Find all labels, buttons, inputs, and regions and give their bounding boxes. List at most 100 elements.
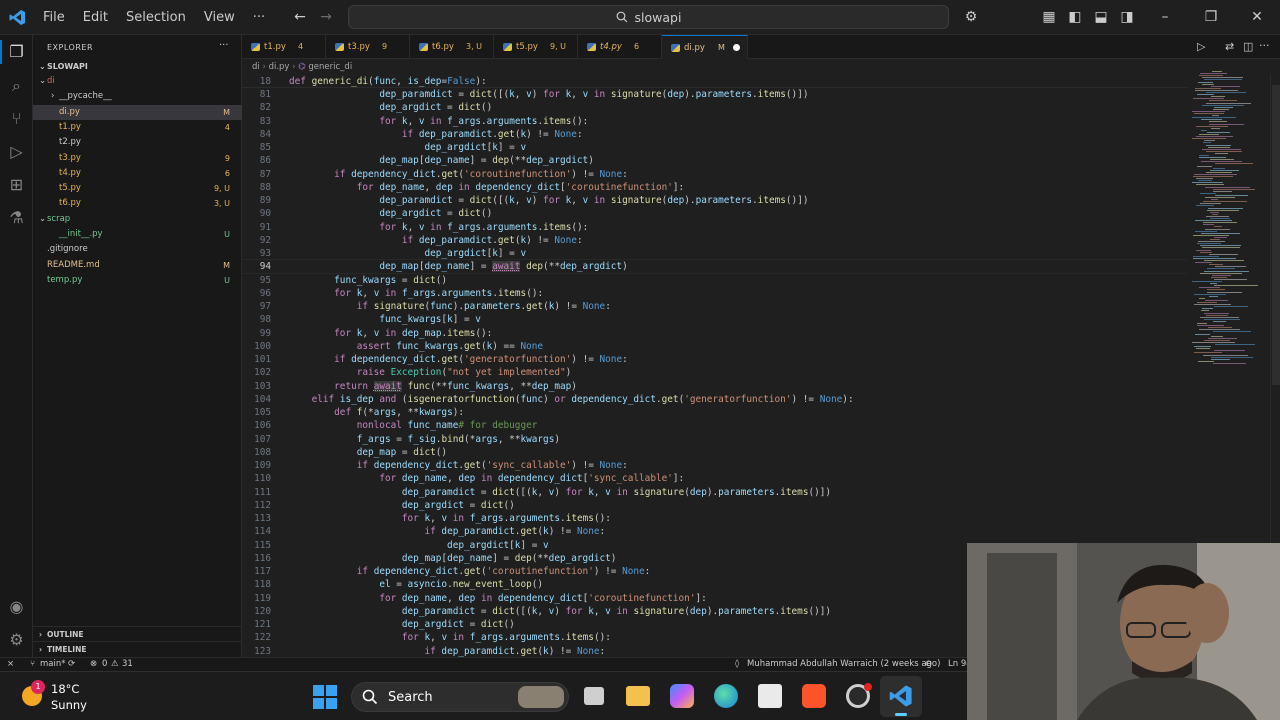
edge-browser-icon[interactable] [714, 684, 738, 708]
explorer-icon[interactable]: ❐ [6, 41, 27, 62]
warning-count[interactable]: 31 [122, 658, 133, 671]
tree-item[interactable]: temp.py U [33, 273, 242, 288]
file-explorer-icon[interactable] [626, 686, 650, 706]
code-line[interactable]: 90 dep_argdict = dict() [242, 207, 1187, 220]
editor-tab[interactable]: t6.py 3, U [410, 35, 494, 59]
code-line[interactable]: 96 for k, v in f_args.arguments.items(): [242, 287, 1187, 300]
code-line[interactable]: 103 return await func(**func_kwargs, **d… [242, 380, 1187, 393]
tree-item[interactable]: › __pycache__ [33, 89, 242, 104]
code-line[interactable]: 87 if dependency_dict.get('coroutinefunc… [242, 168, 1187, 181]
tree-item[interactable]: t5.py 9, U [33, 181, 242, 196]
code-line[interactable]: 114 if dep_paramdict.get(k) != None: [242, 525, 1187, 538]
outline-section[interactable]: › OUTLINE [33, 626, 242, 641]
code-line[interactable]: 99 for k, v in dep_map.items(): [242, 327, 1187, 340]
code-line[interactable]: 104 elif is_dep and (isgeneratorfunction… [242, 393, 1187, 406]
code-line[interactable]: 81 dep_paramdict = dict([(k, v) for k, v… [242, 88, 1187, 101]
restore-icon[interactable]: ❐ [1202, 8, 1220, 26]
task-view-icon[interactable] [584, 687, 604, 705]
breadcrumb-file[interactable]: di.py [269, 62, 290, 72]
weather-temperature[interactable]: 18°C [51, 682, 79, 696]
code-line[interactable]: 113 for k, v in f_args.arguments.items()… [242, 512, 1187, 525]
git-blame[interactable]: Muhammad Abdullah Warraich (2 weeks ago) [747, 658, 940, 671]
code-line[interactable]: 89 dep_paramdict = dict([(k, v) for k, v… [242, 194, 1187, 207]
accounts-icon[interactable]: ◉ [6, 596, 27, 617]
code-line[interactable]: 92 if dep_paramdict.get(k) != None: [242, 234, 1187, 247]
minimize-icon[interactable]: – [1156, 8, 1174, 26]
brave-browser-icon[interactable] [802, 684, 826, 708]
code-line[interactable]: 93 dep_argdict[k] = v [242, 247, 1187, 260]
back-arrow-icon[interactable]: ← [291, 8, 309, 26]
timeline-section[interactable]: › TIMELINE [33, 641, 242, 656]
run-python-icon[interactable]: ▷ [1197, 40, 1205, 53]
close-icon[interactable]: ✕ [1248, 8, 1266, 26]
command-center-search[interactable]: slowapi [348, 5, 949, 29]
code-line[interactable]: 110 for dep_name, dep in dependency_dict… [242, 472, 1187, 485]
editor-tab[interactable]: t4.py 6 [578, 35, 662, 59]
code-line[interactable]: 107 f_args = f_sig.bind(*args, **kwargs) [242, 433, 1187, 446]
code-line[interactable]: 111 dep_paramdict = dict([(k, v) for k, … [242, 486, 1187, 499]
tree-item[interactable]: __init__.py U [33, 227, 242, 242]
tree-item[interactable]: t4.py 6 [33, 166, 242, 181]
editor-tab[interactable]: t5.py 9, U [494, 35, 578, 59]
menu-file[interactable]: File [34, 0, 74, 35]
microsoft-store-icon[interactable] [758, 684, 782, 708]
code-line[interactable]: 100 assert func_kwargs.get(k) == None [242, 340, 1187, 353]
menu-selection[interactable]: Selection [117, 0, 195, 35]
code-line[interactable]: 88 for dep_name, dep in dependency_dict[… [242, 181, 1187, 194]
branch-name[interactable]: main* [40, 658, 66, 671]
explorer-more-button[interactable]: ··· [219, 40, 229, 51]
editor-more-icon[interactable]: ··· [1259, 39, 1270, 52]
split-editor-icon[interactable]: ◫ [1243, 40, 1253, 53]
code-line[interactable]: 97 if signature(func).parameters.get(k) … [242, 300, 1187, 313]
extensions-icon[interactable]: ⊞ [6, 174, 27, 195]
tree-item[interactable]: ⌄ di [33, 74, 242, 89]
code-line[interactable]: 82 dep_argdict = dict() [242, 101, 1187, 114]
error-count[interactable]: 0 [102, 658, 107, 671]
weather-condition[interactable]: Sunny [51, 698, 87, 712]
editor-tab[interactable]: di.py M [662, 35, 748, 59]
menu-edit[interactable]: Edit [74, 0, 117, 35]
code-line[interactable]: 101 if dependency_dict.get('generatorfun… [242, 353, 1187, 366]
layout-customize-icon[interactable]: ▦ [1040, 8, 1058, 26]
sticky-scroll-line[interactable]: 18 def generic_di(func, is_dep=False): [242, 75, 1187, 89]
sync-icon[interactable]: ⟳ [68, 658, 75, 671]
code-line[interactable]: 108 dep_map = dict() [242, 446, 1187, 459]
workspace-root[interactable]: ⌄ SLOWAPI [33, 59, 242, 74]
tree-item[interactable]: .gitignore [33, 242, 242, 257]
code-line[interactable]: 112 dep_argdict = dict() [242, 499, 1187, 512]
toggle-panel-icon[interactable]: ⬓ [1092, 8, 1110, 26]
tree-item[interactable]: t1.py 4 [33, 120, 242, 135]
tree-item[interactable]: di.py M [33, 104, 242, 120]
code-line[interactable]: 85 dep_argdict[k] = v [242, 141, 1187, 154]
copilot-app-icon[interactable] [670, 684, 694, 708]
toggle-secondary-sidebar-icon[interactable]: ◨ [1118, 8, 1136, 26]
source-control-icon[interactable]: ⑂ [6, 108, 27, 129]
taskbar-search[interactable]: Search [351, 682, 569, 712]
copilot-icon[interactable]: ⚙ [962, 8, 980, 26]
code-line[interactable]: 94 dep_map[dep_name] = await dep(**dep_a… [242, 259, 1187, 275]
menu-more[interactable]: ··· [244, 0, 274, 35]
code-line[interactable]: 105 def f(*args, **kwargs): [242, 406, 1187, 419]
zoom-icon[interactable]: ⊖ [925, 658, 932, 671]
search-icon[interactable]: ⌕ [6, 75, 27, 96]
code-line[interactable]: 109 if dependency_dict.get('sync_callabl… [242, 459, 1187, 472]
testing-icon[interactable]: ⚗ [6, 207, 27, 228]
editor-tab[interactable]: t1.py 4 [242, 35, 326, 59]
unsaved-dot-icon[interactable] [733, 44, 740, 51]
vscode-taskbar-item[interactable] [880, 676, 922, 717]
code-line[interactable]: 95 func_kwargs = dict() [242, 274, 1187, 287]
code-line[interactable]: 98 func_kwargs[k] = v [242, 313, 1187, 326]
breadcrumb-symbol[interactable]: generic_di [308, 62, 352, 72]
code-line[interactable]: 106 nonlocal func_name# for debugger [242, 419, 1187, 432]
forward-arrow-icon[interactable]: → [317, 8, 335, 26]
breadcrumb-folder[interactable]: di [252, 62, 260, 72]
menu-view[interactable]: View [195, 0, 244, 35]
remote-icon[interactable]: ⨯ [7, 658, 14, 671]
scrollbar-thumb[interactable] [1272, 85, 1280, 385]
tree-item[interactable]: t2.py [33, 135, 242, 150]
code-line[interactable]: 86 dep_map[dep_name] = dep(**dep_argdict… [242, 154, 1187, 167]
tree-item[interactable]: ⌄ scrap [33, 212, 242, 227]
toggle-sidebar-icon[interactable]: ◧ [1066, 8, 1084, 26]
start-button[interactable] [313, 685, 337, 709]
compare-icon[interactable]: ⇄ [1225, 40, 1234, 53]
